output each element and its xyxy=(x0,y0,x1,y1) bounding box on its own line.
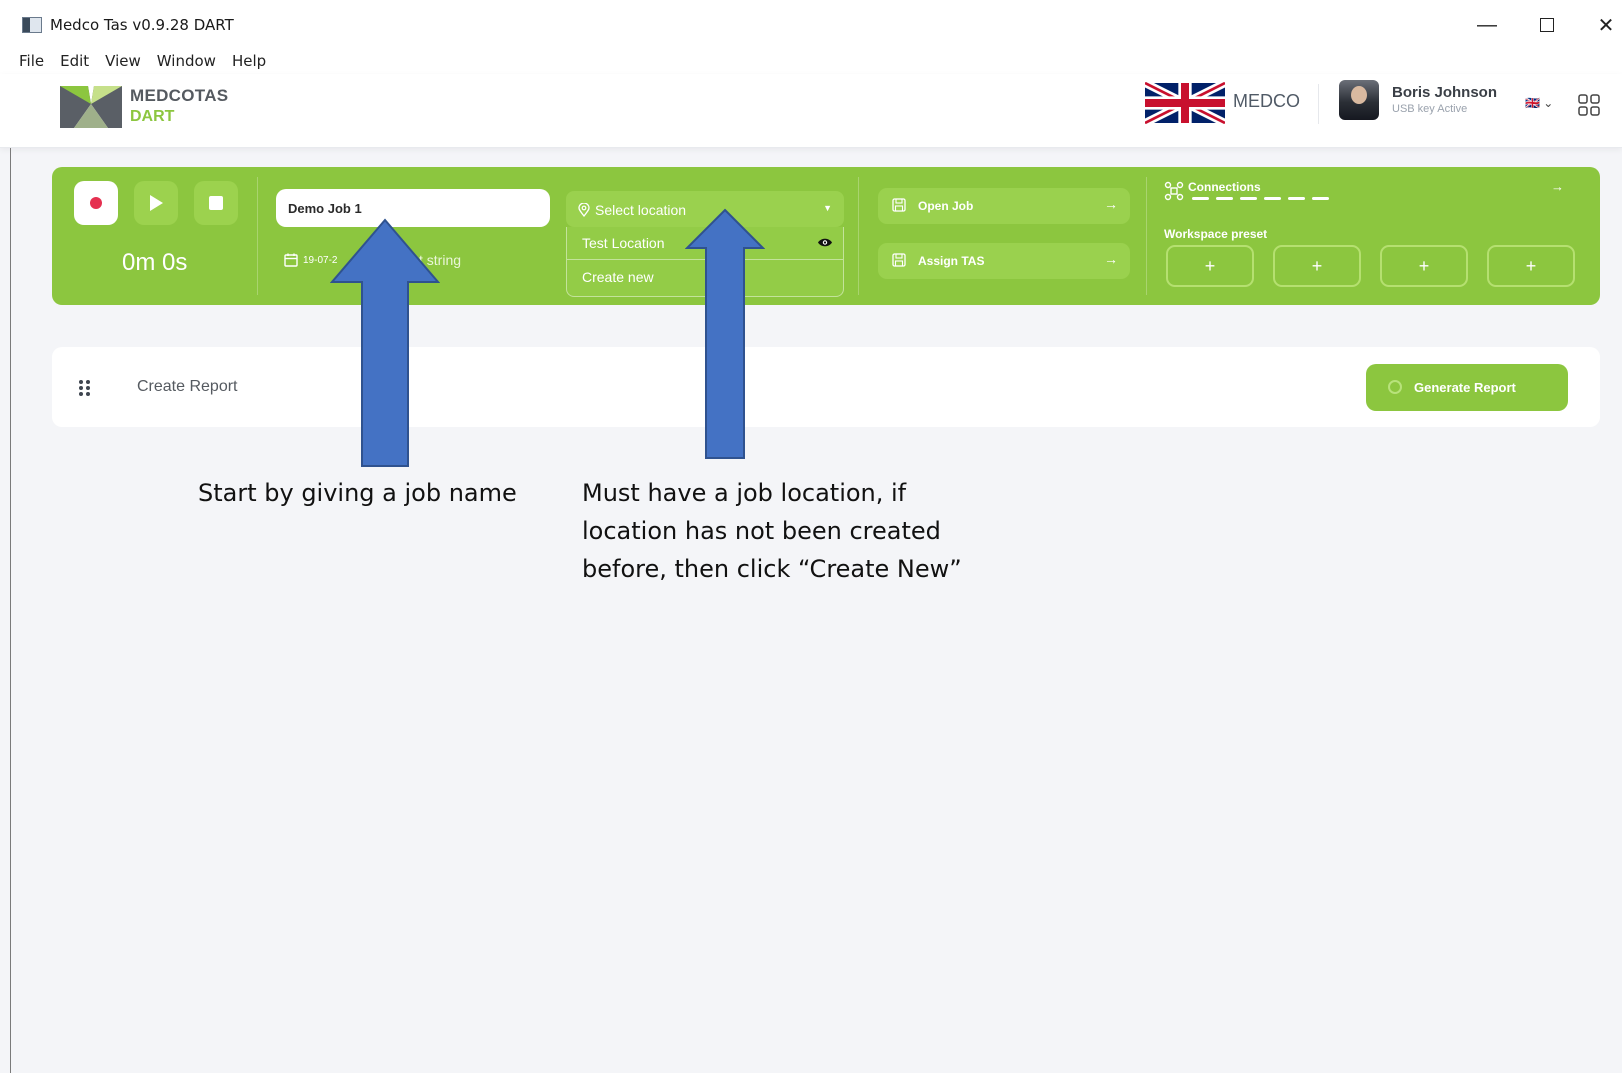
panel-divider xyxy=(257,177,258,295)
window-border xyxy=(10,148,11,1073)
connection-status-dashes xyxy=(1192,197,1329,200)
brand-subtitle: DART xyxy=(130,108,175,125)
workspace-preset-slot-1[interactable]: + xyxy=(1166,245,1254,287)
create-report-label: Create Report xyxy=(137,378,238,395)
workspace-preset-slot-4[interactable]: + xyxy=(1487,245,1575,287)
language-selector[interactable]: 🇬🇧 ⌄ xyxy=(1525,96,1553,110)
record-button[interactable] xyxy=(74,181,118,225)
minimize-button[interactable]: — xyxy=(1464,10,1510,40)
menu-window[interactable]: Window xyxy=(157,52,216,70)
assign-tas-label: Assign TAS xyxy=(918,254,985,268)
annotation-arrow-up-icon xyxy=(330,218,440,467)
panel-divider xyxy=(858,177,859,295)
annotation-location-line-1: Must have a job location, if xyxy=(582,479,907,507)
arrow-right-icon: → xyxy=(1104,251,1118,267)
connections-arrow-icon[interactable]: → xyxy=(1551,179,1564,194)
maximize-button[interactable] xyxy=(1524,10,1570,40)
open-job-label: Open Job xyxy=(918,199,974,213)
annotation-arrow-up-icon xyxy=(685,208,765,459)
open-job-button[interactable]: Open Job → xyxy=(878,188,1130,224)
menu-bar: File Edit View Window Help xyxy=(0,48,1622,74)
calendar-icon xyxy=(284,253,298,267)
connections-label: Connections xyxy=(1188,180,1261,194)
panel-divider xyxy=(1146,177,1147,295)
play-icon xyxy=(150,195,163,211)
generate-report-label: Generate Report xyxy=(1414,380,1516,395)
app-window: Medco Tas v0.9.28 DART — ✕ File Edit Vie… xyxy=(0,0,1622,1073)
drag-handle-icon[interactable] xyxy=(78,379,92,397)
brand-name: MEDCOTAS xyxy=(130,86,229,105)
create-report-bar: Create Report Generate Report xyxy=(52,347,1600,427)
stop-icon xyxy=(209,196,223,210)
close-button[interactable]: ✕ xyxy=(1583,10,1622,40)
menu-edit[interactable]: Edit xyxy=(60,52,89,70)
maximize-icon xyxy=(1540,18,1554,32)
annotation-location-line-2: location has not been created xyxy=(582,517,941,545)
chevron-down-icon: ▼ xyxy=(823,203,832,213)
app-header: MEDCOTAS DART MEDCO Boris Johnson USB ke… xyxy=(0,74,1622,148)
generate-report-button[interactable]: Generate Report xyxy=(1366,364,1568,411)
elapsed-timer: 0m 0s xyxy=(122,249,188,276)
play-button[interactable] xyxy=(134,181,178,225)
org-label: MEDCO xyxy=(1233,91,1300,111)
workspace-preset-label: Workspace preset xyxy=(1164,227,1268,241)
location-placeholder: Select location xyxy=(595,202,687,218)
menu-view[interactable]: View xyxy=(105,52,141,70)
location-option-test[interactable]: Test Location xyxy=(582,235,665,251)
stop-button[interactable] xyxy=(194,181,238,225)
annotation-job-name: Start by giving a job name xyxy=(198,479,517,507)
app-icon xyxy=(22,17,42,33)
medcotas-logo-icon xyxy=(60,86,122,128)
header-divider xyxy=(1318,84,1319,124)
eye-icon[interactable] xyxy=(817,237,833,248)
workspace-preset-slot-2[interactable]: + xyxy=(1273,245,1361,287)
usb-key-status: USB key Active xyxy=(1392,103,1468,115)
title-bar: Medco Tas v0.9.28 DART — ✕ xyxy=(0,0,1622,48)
user-name: Boris Johnson xyxy=(1392,84,1498,101)
menu-help[interactable]: Help xyxy=(232,52,266,70)
annotation-location-line-3: before, then click “Create New” xyxy=(582,555,962,583)
avatar[interactable] xyxy=(1339,80,1379,120)
arrow-right-icon: → xyxy=(1104,196,1118,212)
workspace-preset-slot-3[interactable]: + xyxy=(1380,245,1468,287)
assign-tas-button[interactable]: Assign TAS → xyxy=(878,243,1130,279)
connections-icon xyxy=(1164,181,1184,201)
record-icon xyxy=(90,197,102,209)
window-title: Medco Tas v0.9.28 DART xyxy=(50,16,234,34)
uk-flag-icon xyxy=(1145,82,1225,124)
location-pin-icon xyxy=(578,203,590,217)
job-control-panel: 0m 0s 19-07-2 ct string Select location … xyxy=(52,167,1600,305)
create-new-location-option[interactable]: Create new xyxy=(582,269,654,285)
save-icon xyxy=(892,198,906,212)
generate-icon xyxy=(1388,380,1402,394)
save-icon xyxy=(892,253,906,267)
menu-file[interactable]: File xyxy=(19,52,44,70)
apps-grid-icon[interactable] xyxy=(1578,94,1600,116)
